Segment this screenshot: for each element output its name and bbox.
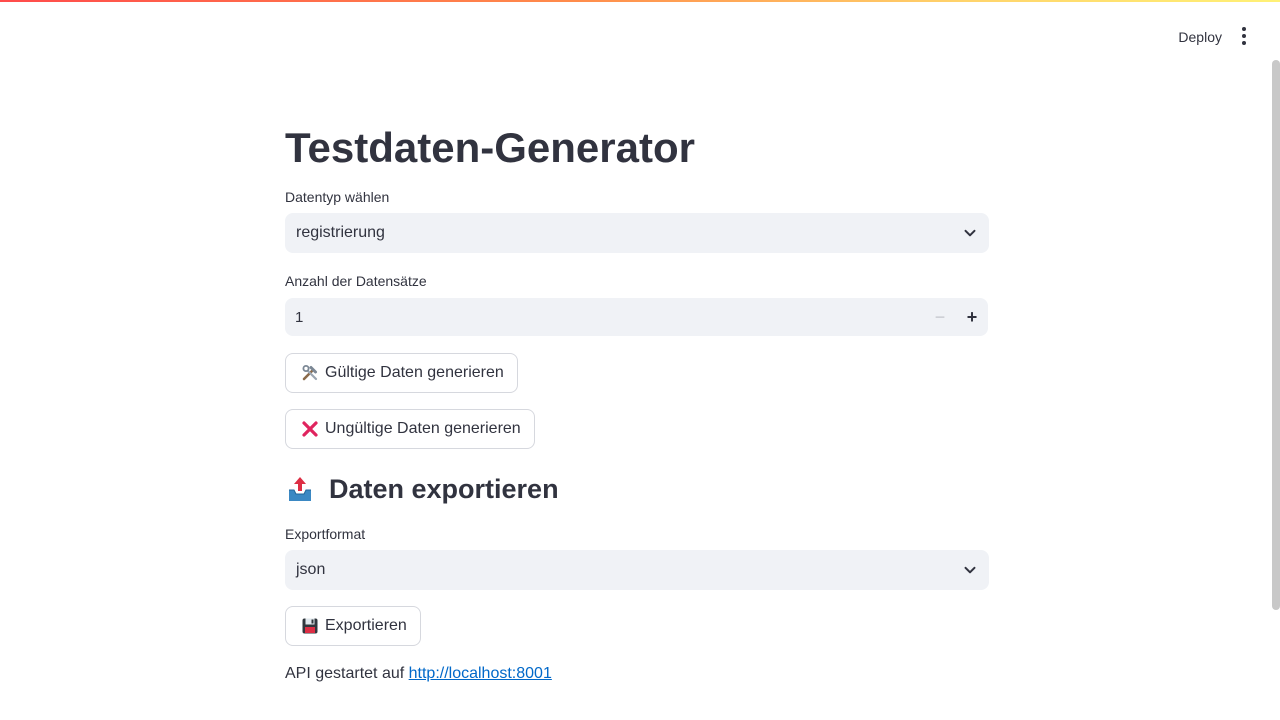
datatype-select[interactable]: registrierung bbox=[285, 213, 989, 253]
generate-invalid-button[interactable]: Ungültige Daten generieren bbox=[285, 409, 535, 449]
api-link[interactable]: http://localhost:8001 bbox=[409, 665, 552, 682]
export-heading-text: Daten exportieren bbox=[329, 474, 559, 504]
chevron-down-icon bbox=[964, 566, 976, 574]
export-format-label: Exportformat bbox=[285, 526, 366, 542]
chevron-down-icon bbox=[964, 229, 976, 237]
datatype-label: Datentyp wählen bbox=[285, 189, 390, 205]
outbox-tray-icon bbox=[285, 474, 315, 504]
export-heading: Daten exportieren bbox=[285, 469, 559, 509]
count-label: Anzahl der Datensätze bbox=[285, 273, 427, 289]
api-status-text: API gestartet auf http://localhost:8001 bbox=[285, 665, 552, 683]
tools-icon bbox=[300, 363, 320, 383]
export-button[interactable]: Exportieren bbox=[285, 606, 421, 646]
generate-valid-label: Gültige Daten generieren bbox=[325, 364, 504, 381]
export-format-selected-value: json bbox=[296, 561, 326, 578]
export-format-select[interactable]: json bbox=[285, 550, 989, 590]
count-number-input[interactable]: 1 − + bbox=[285, 298, 988, 336]
scrollbar[interactable] bbox=[1272, 60, 1280, 610]
page-title: Testdaten-Generator bbox=[285, 124, 695, 171]
api-status-prefix: API gestartet auf bbox=[285, 665, 409, 682]
decrement-button[interactable]: − bbox=[924, 298, 956, 336]
floppy-disk-icon bbox=[300, 616, 320, 636]
generate-valid-button[interactable]: Gültige Daten generieren bbox=[285, 353, 518, 393]
generate-invalid-label: Ungültige Daten generieren bbox=[325, 420, 521, 437]
deploy-button[interactable]: Deploy bbox=[1174, 26, 1226, 48]
kebab-menu-icon[interactable] bbox=[1234, 24, 1254, 48]
count-value[interactable]: 1 bbox=[285, 309, 924, 326]
increment-button[interactable]: + bbox=[956, 298, 988, 336]
cross-mark-icon bbox=[300, 419, 320, 439]
datatype-selected-value: registrierung bbox=[296, 224, 385, 241]
app-header: Deploy bbox=[0, 0, 1280, 72]
export-button-label: Exportieren bbox=[325, 617, 407, 634]
